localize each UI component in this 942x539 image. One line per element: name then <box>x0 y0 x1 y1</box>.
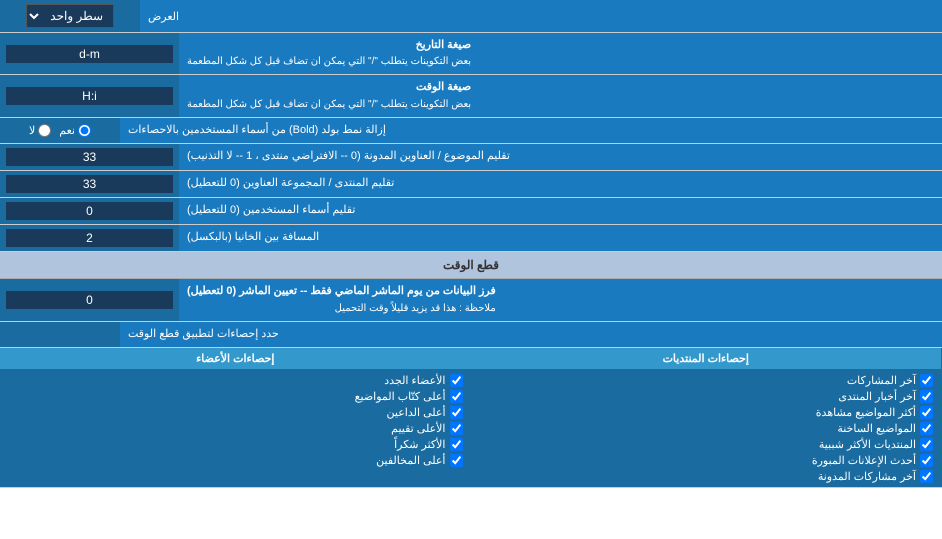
cutoff-input-cell <box>0 279 179 320</box>
section-header: قطع الوقت <box>0 252 942 279</box>
bold-remove-radio-cell: نعم لا <box>0 118 120 143</box>
checkbox-label-5[interactable]: أحدث الإعلانات المبورة <box>479 454 934 467</box>
checkbox-m-1[interactable] <box>450 390 463 403</box>
checkbox-m-label-5[interactable]: أعلى المخالفين <box>8 454 463 467</box>
forum-address-input[interactable] <box>6 175 173 193</box>
time-format-input[interactable] <box>6 87 173 105</box>
checkbox-0[interactable] <box>920 374 933 387</box>
checkbox-m-4[interactable] <box>450 438 463 451</box>
radio-no-label[interactable]: لا <box>29 124 51 137</box>
checkbox-m-3[interactable] <box>450 422 463 435</box>
top-label: العرض <box>140 0 942 32</box>
top-dropdown-cell[interactable]: سطر واحد سطران ثلاثة أسطر <box>0 0 140 32</box>
member-stats-checkboxes: الأعضاء الجدد أعلى كتّاب المواضيع أعلى ا… <box>0 370 471 471</box>
checkbox-label-2[interactable]: أكثر المواضيع مشاهدة <box>479 406 934 419</box>
time-format-label: صيغة الوقت بعض التكوينات يتطلب "/" التي … <box>179 75 942 116</box>
checkbox-2[interactable] <box>920 406 933 419</box>
radio-no[interactable] <box>38 124 51 137</box>
gap-label: المسافة بين الخانيا (بالبكسل) <box>179 225 942 251</box>
cutoff-input[interactable] <box>6 291 173 309</box>
checkboxes-area: إحصاءات المنتديات آخر المشاركات آخر أخبا… <box>0 348 942 488</box>
checkbox-m-label-3[interactable]: الأعلى تقييم <box>8 422 463 435</box>
radio-yes-label[interactable]: نعم <box>59 124 91 137</box>
time-format-input-cell <box>0 75 179 116</box>
date-format-input[interactable] <box>6 45 173 63</box>
date-format-row: صيغة التاريخ بعض التكوينات يتطلب "/" الت… <box>0 33 942 75</box>
member-stats-header: إحصاءات الأعضاء <box>0 348 471 370</box>
bold-remove-row: إزالة نمط بولد (Bold) من أسماء المستخدمي… <box>0 118 942 144</box>
gap-row: المسافة بين الخانيا (بالبكسل) <box>0 225 942 252</box>
forum-stats-col: إحصاءات المنتديات آخر المشاركات آخر أخبا… <box>471 348 942 487</box>
top-row: العرض سطر واحد سطران ثلاثة أسطر <box>0 0 942 33</box>
checkbox-5[interactable] <box>920 454 933 467</box>
checkbox-1[interactable] <box>920 390 933 403</box>
usernames-trim-row: تقليم أسماء المستخدمين (0 للتعطيل) <box>0 198 942 225</box>
subject-address-row: تقليم الموضوع / العناوين المدونة (0 -- ا… <box>0 144 942 171</box>
checkbox-6[interactable] <box>920 470 933 483</box>
forum-address-label: تقليم المنتدى / المجموعة العناوين (0 للت… <box>179 171 942 197</box>
checkbox-m-5[interactable] <box>450 454 463 467</box>
checkbox-m-label-0[interactable]: الأعضاء الجدد <box>8 374 463 387</box>
checkbox-m-label-4[interactable]: الأكثر شكراً <box>8 438 463 451</box>
checkbox-label-6[interactable]: آخر مشاركات المدونة <box>479 470 934 483</box>
checkbox-label-3[interactable]: المواضيع الساخنة <box>479 422 934 435</box>
subject-address-label: تقليم الموضوع / العناوين المدونة (0 -- ا… <box>179 144 942 170</box>
stats-apply-row: حدد إحصاءات لتطبيق قطع الوقت <box>0 322 942 348</box>
checkbox-m-0[interactable] <box>450 374 463 387</box>
checkbox-label-1[interactable]: آخر أخبار المنتدى <box>479 390 934 403</box>
forum-address-input-cell <box>0 171 179 197</box>
subject-address-input-cell <box>0 144 179 170</box>
checkbox-label-0[interactable]: آخر المشاركات <box>479 374 934 387</box>
top-dropdown-select[interactable]: سطر واحد سطران ثلاثة أسطر <box>26 4 114 28</box>
subject-address-input[interactable] <box>6 148 173 166</box>
cutoff-row: فرز البيانات من يوم الماشر الماضي فقط --… <box>0 279 942 321</box>
checkbox-m-2[interactable] <box>450 406 463 419</box>
checkbox-m-label-2[interactable]: أعلى الداعين <box>8 406 463 419</box>
checkbox-m-label-1[interactable]: أعلى كتّاب المواضيع <box>8 390 463 403</box>
usernames-trim-label: تقليم أسماء المستخدمين (0 للتعطيل) <box>179 198 942 224</box>
cutoff-label: فرز البيانات من يوم الماشر الماضي فقط --… <box>179 279 942 320</box>
date-format-input-cell <box>0 33 179 74</box>
checkbox-label-4[interactable]: المنتديات الأكثر شببية <box>479 438 934 451</box>
gap-input-cell <box>0 225 179 251</box>
forum-stats-header: إحصاءات المنتديات <box>471 348 942 370</box>
usernames-trim-input-cell <box>0 198 179 224</box>
date-format-label: صيغة التاريخ بعض التكوينات يتطلب "/" الت… <box>179 33 942 74</box>
usernames-trim-input[interactable] <box>6 202 173 220</box>
bold-remove-label: إزالة نمط بولد (Bold) من أسماء المستخدمي… <box>120 118 942 143</box>
forum-address-row: تقليم المنتدى / المجموعة العناوين (0 للت… <box>0 171 942 198</box>
radio-yes[interactable] <box>78 124 91 137</box>
forum-stats-checkboxes: آخر المشاركات آخر أخبار المنتدى أكثر الم… <box>471 370 942 487</box>
checkbox-4[interactable] <box>920 438 933 451</box>
stats-apply-label: حدد إحصاءات لتطبيق قطع الوقت <box>120 322 942 347</box>
checkbox-3[interactable] <box>920 422 933 435</box>
gap-input[interactable] <box>6 229 173 247</box>
time-format-row: صيغة الوقت بعض التكوينات يتطلب "/" التي … <box>0 75 942 117</box>
member-stats-col: إحصاءات الأعضاء الأعضاء الجدد أعلى كتّاب… <box>0 348 471 487</box>
